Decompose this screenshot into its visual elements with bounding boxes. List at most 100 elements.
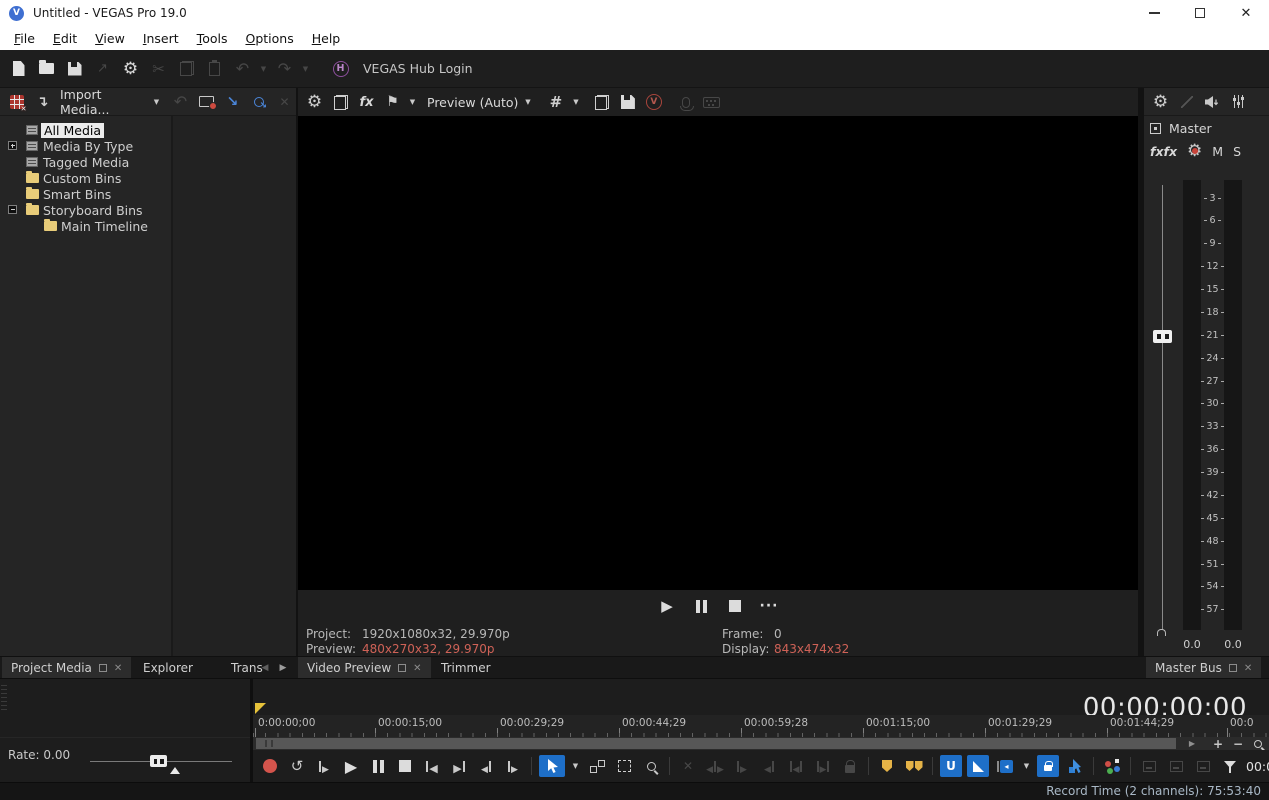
- cut-button[interactable]: [146, 56, 171, 81]
- delete-button[interactable]: [677, 755, 699, 777]
- menu-tools[interactable]: Tools: [188, 29, 237, 48]
- close-tab-icon[interactable]: [114, 663, 122, 674]
- automation-settings-icon[interactable]: [1187, 141, 1202, 161]
- tab-video-preview[interactable]: Video Preview: [298, 657, 431, 679]
- split-screen-caret-icon[interactable]: [407, 90, 418, 115]
- grid-overlay-button[interactable]: [544, 91, 567, 114]
- preview-stop-button[interactable]: [725, 596, 745, 616]
- undo-button[interactable]: [230, 56, 255, 81]
- preview-play-button[interactable]: [657, 596, 677, 616]
- marker-filter-button[interactable]: [1219, 755, 1241, 777]
- paste-button[interactable]: [202, 56, 227, 81]
- close-button[interactable]: [1223, 0, 1269, 26]
- tree-item-custom-bins[interactable]: Custom Bins: [0, 170, 171, 186]
- tree-item-all-media[interactable]: All Media: [0, 122, 171, 138]
- lock-event-button[interactable]: [839, 755, 861, 777]
- preview-quality-caret-icon[interactable]: [522, 90, 533, 115]
- snap-toggle-button[interactable]: [940, 755, 962, 777]
- preview-quality-label[interactable]: Preview (Auto): [427, 95, 518, 110]
- tree-item-media-by-type[interactable]: Media By Type: [0, 138, 171, 154]
- trim-end-button[interactable]: [731, 755, 753, 777]
- volume-fader-track[interactable]: [1162, 185, 1163, 630]
- undock-icon[interactable]: [1229, 664, 1237, 672]
- rate-slider-handle[interactable]: [150, 755, 167, 767]
- mute-button[interactable]: M: [1212, 144, 1223, 159]
- tab-trimmer[interactable]: Trimmer: [432, 657, 500, 679]
- menu-edit[interactable]: Edit: [44, 29, 86, 48]
- menu-view[interactable]: View: [86, 29, 134, 48]
- stop-button[interactable]: [394, 755, 416, 777]
- play-from-start-button[interactable]: [313, 755, 335, 777]
- selection-tool-caret-icon[interactable]: [570, 754, 581, 779]
- maximize-button[interactable]: [1177, 0, 1223, 26]
- open-copy-in-trimmer-button[interactable]: [1165, 755, 1187, 777]
- loop-region-marker-icon[interactable]: [255, 703, 266, 714]
- expand-icon[interactable]: [8, 141, 17, 150]
- previous-frame-button[interactable]: [475, 755, 497, 777]
- tree-item-smart-bins[interactable]: Smart Bins: [0, 186, 171, 202]
- publish-button[interactable]: [90, 56, 115, 81]
- volume-fader-handle[interactable]: [1153, 330, 1172, 343]
- open-in-trimmer-button[interactable]: [1138, 755, 1160, 777]
- vegas-hub-button[interactable]: [328, 56, 353, 81]
- next-frame-button[interactable]: [502, 755, 524, 777]
- audio-scrub-button[interactable]: [674, 91, 697, 114]
- tab-scroll-right-icon[interactable]: ▶: [276, 657, 290, 679]
- audio-output-button[interactable]: [1201, 90, 1224, 113]
- tab-explorer[interactable]: Explorer: [134, 657, 202, 679]
- downmix-output-button[interactable]: [1175, 90, 1198, 113]
- tree-splitter[interactable]: [171, 116, 173, 656]
- vegas-capture-button[interactable]: [642, 91, 665, 114]
- auto-ripple-toggle-button[interactable]: [967, 755, 989, 777]
- menu-file[interactable]: File: [5, 29, 44, 48]
- vegas-hub-login-label[interactable]: VEGAS Hub Login: [363, 61, 473, 76]
- remove-selected-media-button[interactable]: [273, 90, 296, 113]
- import-media-label[interactable]: Import Media...: [60, 87, 146, 117]
- edge-trim-caret-icon[interactable]: [1021, 754, 1032, 779]
- insert-region-button[interactable]: [903, 755, 925, 777]
- minimize-button[interactable]: [1131, 0, 1177, 26]
- play-button[interactable]: [340, 755, 362, 777]
- preview-pause-button[interactable]: [691, 596, 711, 616]
- save-project-button[interactable]: [62, 56, 87, 81]
- copy-button[interactable]: [174, 56, 199, 81]
- selection-tool-button[interactable]: [539, 755, 565, 777]
- solo-button[interactable]: S: [1233, 144, 1241, 159]
- cursor-follows-toggle-button[interactable]: [1064, 755, 1086, 777]
- split-screen-view-button[interactable]: [381, 91, 404, 114]
- tab-project-media[interactable]: Project Media: [2, 657, 131, 679]
- tab-scroll-left-icon[interactable]: ◀: [258, 657, 272, 679]
- undock-icon[interactable]: [398, 664, 406, 672]
- menu-options[interactable]: Options: [236, 29, 302, 48]
- close-tab-icon[interactable]: [1244, 663, 1252, 674]
- import-media-button[interactable]: [31, 90, 54, 113]
- extract-audio-button[interactable]: [221, 90, 244, 113]
- refresh-media-button[interactable]: [169, 90, 192, 113]
- shuffle-button[interactable]: [812, 755, 834, 777]
- mixing-console-button[interactable]: [1227, 90, 1250, 113]
- save-snapshot-button[interactable]: [616, 91, 639, 114]
- redo-button[interactable]: [272, 56, 297, 81]
- grid-overlay-caret-icon[interactable]: [570, 90, 581, 115]
- tree-item-main-timeline[interactable]: Main Timeline: [0, 218, 171, 234]
- remove-all-media-button[interactable]: [5, 90, 28, 113]
- pause-button[interactable]: [367, 755, 389, 777]
- loop-playback-button[interactable]: [286, 755, 308, 777]
- slip-button[interactable]: [758, 755, 780, 777]
- lock-envelopes-toggle-button[interactable]: [1037, 755, 1059, 777]
- go-to-start-button[interactable]: [421, 755, 443, 777]
- slide-button[interactable]: [785, 755, 807, 777]
- trim-start-button[interactable]: [704, 755, 726, 777]
- go-to-end-button[interactable]: [448, 755, 470, 777]
- render-to-new-track-button[interactable]: [1192, 755, 1214, 777]
- close-tab-icon[interactable]: [413, 663, 421, 674]
- timecode-overlay-button[interactable]: [700, 91, 723, 114]
- tab-master-bus[interactable]: Master Bus: [1146, 657, 1261, 679]
- open-project-button[interactable]: [34, 56, 59, 81]
- project-properties-button[interactable]: [118, 56, 143, 81]
- undock-icon[interactable]: [99, 664, 107, 672]
- tree-item-tagged-media[interactable]: Tagged Media: [0, 154, 171, 170]
- preview-more-button[interactable]: [759, 596, 779, 616]
- undo-dropdown-caret-icon[interactable]: [258, 56, 269, 81]
- menu-insert[interactable]: Insert: [134, 29, 188, 48]
